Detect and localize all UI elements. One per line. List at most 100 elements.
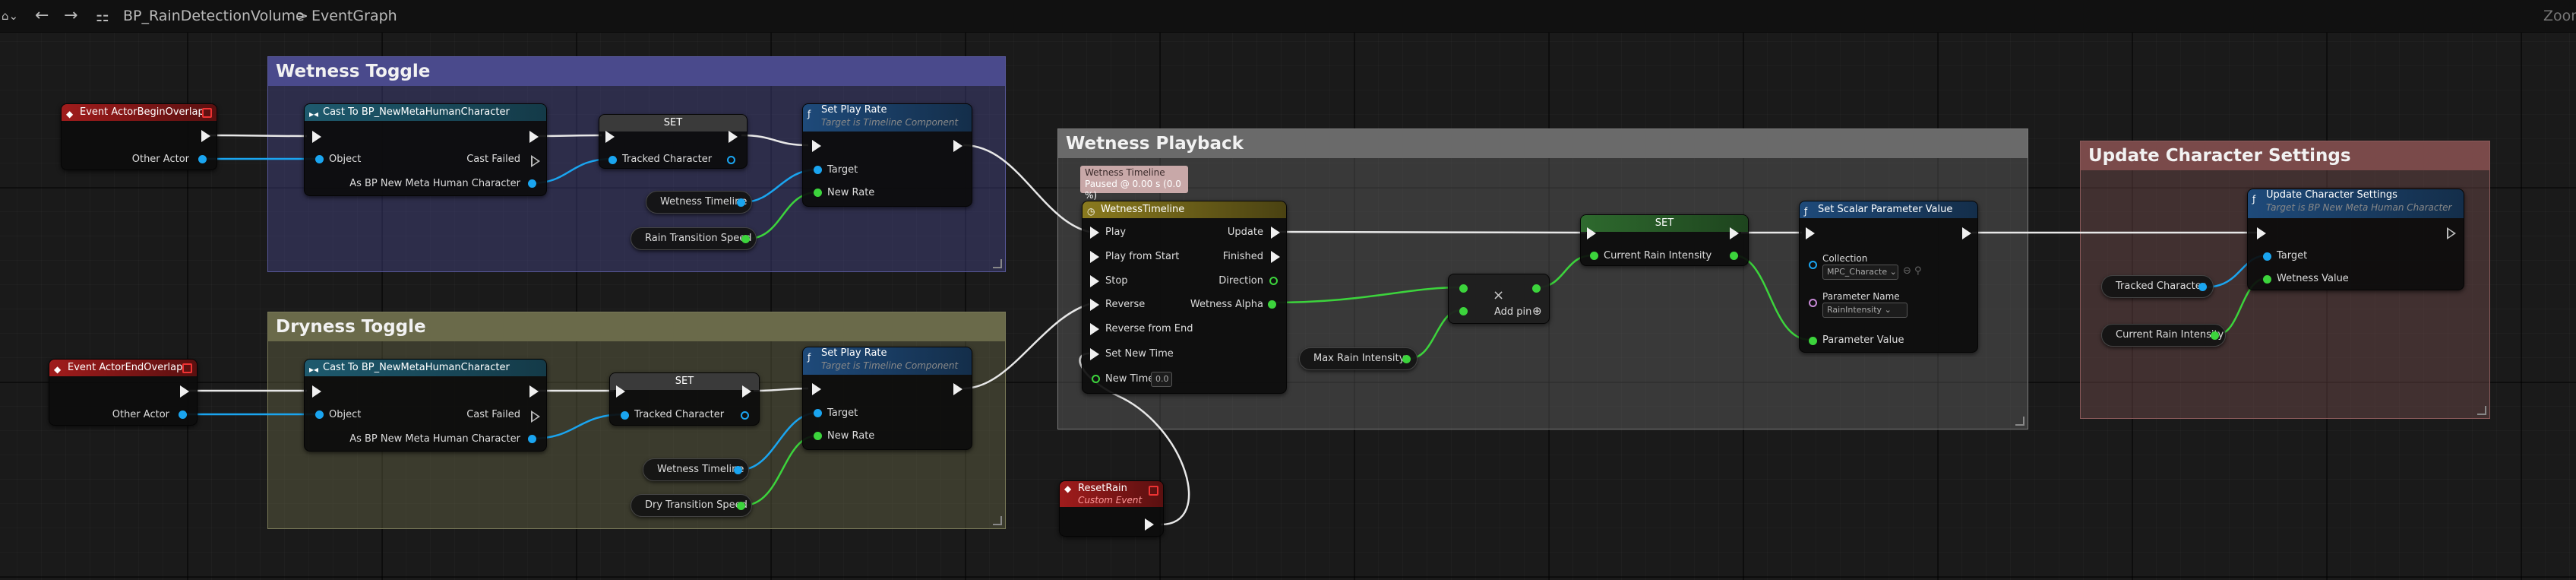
play-exec-pin[interactable] <box>1090 227 1099 239</box>
update-character-settings-node[interactable]: ƒ Update Character Settings Target is BP… <box>2247 189 2464 290</box>
wetness-value-pin[interactable] <box>2263 275 2271 284</box>
cast-failed-exec-pin[interactable] <box>531 155 540 167</box>
event-actor-begin-overlap-node[interactable]: ◆ Event ActorBeginOverlap Other Actor <box>61 103 217 170</box>
exec-in-pin[interactable] <box>1587 227 1596 239</box>
cast-to-metahuman-node-1[interactable]: ▸◂ Cast To BP_NewMetaHumanCharacter Obje… <box>304 103 547 196</box>
exec-out-pin[interactable] <box>1962 227 1971 239</box>
max-rain-intensity-getter[interactable]: Max Rain Intensity <box>1299 347 1418 370</box>
exec-out-pin[interactable] <box>729 131 738 143</box>
update-exec-pin[interactable] <box>1271 227 1280 239</box>
forward-arrow-icon[interactable]: → <box>64 0 77 32</box>
parameter-name-dropdown[interactable]: RainIntensity ⌄ <box>1822 303 1908 318</box>
wetness-alpha-pin[interactable] <box>1268 300 1276 309</box>
exec-out-pin[interactable] <box>201 130 210 142</box>
delegate-pin-icon[interactable] <box>182 363 192 373</box>
play-from-start-exec-pin[interactable] <box>1090 251 1099 263</box>
as-character-pin[interactable] <box>528 179 536 188</box>
current-rain-intensity-out-pin[interactable] <box>1730 252 1738 260</box>
reverse-exec-pin[interactable] <box>1090 299 1099 311</box>
object-pin[interactable] <box>315 410 324 419</box>
exec-out-pin[interactable] <box>742 385 751 398</box>
set-tracked-character-node-2[interactable]: SET Tracked Character <box>609 372 760 426</box>
wetness-timeline-getter-1[interactable]: Wetness Timeline <box>646 191 752 214</box>
collection-dropdown[interactable]: MPC_Characte ⌄ <box>1822 265 1898 280</box>
target-pin[interactable] <box>814 409 822 417</box>
browse-icon[interactable]: ⊖ ⚲ <box>1903 265 1922 277</box>
back-arrow-icon[interactable]: ← <box>35 0 49 32</box>
exec-in-pin[interactable] <box>605 131 615 143</box>
as-character-pin[interactable] <box>528 435 536 443</box>
wetness-timeline-node[interactable]: ◷ WetnessTimeline Play Play from Start S… <box>1082 201 1287 394</box>
other-actor-pin[interactable] <box>198 155 207 163</box>
multiply-node[interactable]: × Add pin ⊕ <box>1448 274 1550 324</box>
timeline-preview-box[interactable]: Wetness Timeline Paused @ 0.00 s (0.0 %) <box>1080 166 1188 201</box>
new-rate-pin[interactable] <box>814 432 822 440</box>
wetness-timeline-out-pin[interactable] <box>737 198 745 207</box>
exec-out-pin[interactable] <box>529 131 539 143</box>
reverse-from-end-exec-pin[interactable] <box>1090 323 1099 335</box>
tracked-character-out-pin[interactable] <box>741 411 749 420</box>
reset-rain-event-node[interactable]: ◆ ResetRain Custom Event <box>1059 480 1164 537</box>
rain-transition-speed-getter[interactable]: Rain Transition Speed <box>631 227 757 250</box>
multiply-b-pin[interactable] <box>1459 307 1468 315</box>
exec-in-pin[interactable] <box>2257 227 2266 239</box>
direction-pin[interactable] <box>1269 277 1278 285</box>
finished-exec-pin[interactable] <box>1271 251 1280 263</box>
exec-in-pin[interactable] <box>1806 227 1815 239</box>
resize-handle[interactable] <box>2477 406 2486 415</box>
event-actor-end-overlap-node[interactable]: ◆ Event ActorEndOverlap Other Actor <box>49 359 198 426</box>
tracked-character-out-pin[interactable] <box>2198 283 2207 291</box>
new-time-input[interactable]: 0.0 <box>1151 372 1172 387</box>
stop-exec-pin[interactable] <box>1090 275 1099 287</box>
set-play-rate-node-1[interactable]: ƒ Set Play Rate Target is Timeline Compo… <box>802 103 972 207</box>
object-pin[interactable] <box>315 155 324 163</box>
cast-failed-exec-pin[interactable] <box>531 410 540 423</box>
exec-out-pin[interactable] <box>1730 227 1739 239</box>
wetness-timeline-out-pin[interactable] <box>734 466 742 474</box>
tracked-character-getter[interactable]: Tracked Character <box>2101 275 2214 298</box>
cast-to-metahuman-node-2[interactable]: ▸◂ Cast To BP_NewMetaHumanCharacter Obje… <box>304 359 547 452</box>
exec-in-pin[interactable] <box>312 131 321 143</box>
rain-transition-speed-out-pin[interactable] <box>741 235 750 243</box>
tracked-character-in-pin[interactable] <box>621 411 629 420</box>
current-rain-intensity-getter[interactable]: Current Rain Intensity <box>2101 324 2226 347</box>
resize-handle[interactable] <box>993 516 1002 525</box>
parameter-value-pin[interactable] <box>1809 337 1817 345</box>
exec-out-pin[interactable] <box>529 385 539 398</box>
target-pin[interactable] <box>814 166 822 174</box>
dry-transition-speed-out-pin[interactable] <box>737 502 745 510</box>
add-pin-label[interactable]: Add pin <box>1494 306 1531 319</box>
multiply-out-pin[interactable] <box>1532 284 1541 293</box>
exec-out-pin[interactable] <box>2447 227 2456 239</box>
current-rain-intensity-in-pin[interactable] <box>1590 252 1598 260</box>
resize-handle[interactable] <box>993 259 1002 268</box>
menu-chevron-icon[interactable]: ⌂⌄ <box>2 0 18 32</box>
current-rain-intensity-out-pin[interactable] <box>2211 331 2219 340</box>
set-scalar-parameter-value-node[interactable]: ƒ Set Scalar Parameter Value Collection … <box>1799 201 1978 353</box>
multiply-a-pin[interactable] <box>1459 284 1468 293</box>
set-new-time-exec-pin[interactable] <box>1090 348 1099 360</box>
parameter-name-pin[interactable] <box>1809 299 1817 307</box>
tracked-character-out-pin[interactable] <box>727 156 735 164</box>
other-actor-pin[interactable] <box>179 410 187 419</box>
set-tracked-character-node-1[interactable]: SET Tracked Character <box>599 114 748 169</box>
collection-pin[interactable] <box>1809 261 1817 269</box>
tracked-character-in-pin[interactable] <box>608 156 617 164</box>
breadcrumb-blueprint[interactable]: BP_RainDetectionVolume <box>123 0 305 32</box>
set-play-rate-node-2[interactable]: ƒ Set Play Rate Target is Timeline Compo… <box>802 347 972 450</box>
exec-in-pin[interactable] <box>616 385 625 398</box>
max-rain-intensity-out-pin[interactable] <box>1402 355 1411 363</box>
new-time-pin[interactable] <box>1092 375 1100 383</box>
add-pin-icon[interactable]: ⊕ <box>1532 305 1542 317</box>
exec-out-pin[interactable] <box>953 140 962 152</box>
target-pin[interactable] <box>2263 252 2271 261</box>
breadcrumb-graph[interactable]: EventGraph <box>311 0 397 32</box>
new-rate-pin[interactable] <box>814 189 822 197</box>
wetness-timeline-getter-2[interactable]: Wetness Timeline <box>643 458 749 481</box>
set-current-rain-intensity-node[interactable]: SET Current Rain Intensity <box>1580 214 1749 266</box>
exec-in-pin[interactable] <box>812 383 821 395</box>
exec-out-pin[interactable] <box>953 383 962 395</box>
exec-out-pin[interactable] <box>1145 518 1154 531</box>
resize-handle[interactable] <box>2015 417 2024 426</box>
exec-out-pin[interactable] <box>180 385 189 398</box>
